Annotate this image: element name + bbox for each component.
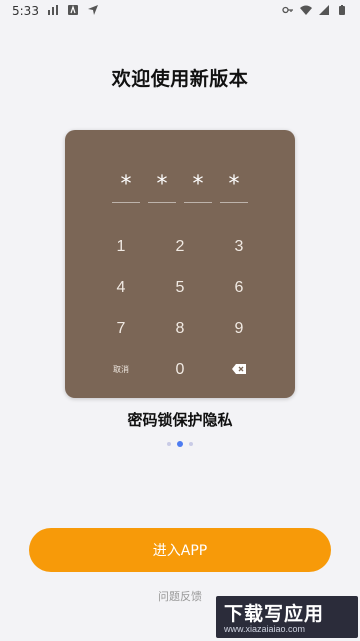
key-9[interactable]: 9 <box>219 320 259 338</box>
pin-underline <box>148 202 176 203</box>
navigation-icon <box>87 4 99 19</box>
pin-underline <box>112 202 140 203</box>
key-3[interactable]: 3 <box>219 238 259 256</box>
key-cancel[interactable]: 取消 <box>101 364 141 375</box>
watermark-main-text: 下载写应用 <box>224 603 325 625</box>
status-time: 5:33 <box>12 4 39 18</box>
page-dot[interactable] <box>189 442 193 446</box>
key-delete[interactable] <box>219 361 259 379</box>
pin-char: * <box>228 172 240 197</box>
pin-underline <box>184 202 212 203</box>
pin-underline <box>220 202 248 203</box>
feature-subtitle: 密码锁保护隐私 <box>127 411 233 429</box>
key-5[interactable]: 5 <box>160 279 200 297</box>
key-icon <box>282 4 294 19</box>
wifi-icon <box>300 4 312 19</box>
pin-char: * <box>120 172 132 197</box>
lock-demo-card: * * * * 1 2 3 4 5 6 7 8 9 取消 0 <box>65 130 295 398</box>
status-bar: 5:33 <box>0 0 360 22</box>
status-right <box>282 4 348 19</box>
keypad-row: 取消 0 <box>101 349 259 390</box>
pin-slot: * <box>111 174 141 203</box>
pin-display: * * * * <box>111 174 249 203</box>
signal-icon <box>318 4 330 19</box>
page-dot[interactable] <box>167 442 171 446</box>
key-4[interactable]: 4 <box>101 279 141 297</box>
keypad-row: 1 2 3 <box>101 226 259 267</box>
page-dot-active[interactable] <box>177 441 183 447</box>
keypad-row: 7 8 9 <box>101 308 259 349</box>
pin-slot: * <box>219 174 249 203</box>
key-8[interactable]: 8 <box>160 320 200 338</box>
key-0[interactable]: 0 <box>160 361 200 379</box>
chart-icon <box>47 4 59 19</box>
pin-char: * <box>192 172 204 197</box>
backspace-icon <box>232 361 246 378</box>
watermark-url-text: www.xiazaiaiao.com <box>224 624 306 634</box>
key-7[interactable]: 7 <box>101 320 141 338</box>
key-1[interactable]: 1 <box>101 238 141 256</box>
watermark-logo: 下载写应用 www.xiazaiaiao.com <box>216 596 358 638</box>
battery-icon <box>336 4 348 19</box>
key-2[interactable]: 2 <box>160 238 200 256</box>
app-icon <box>67 4 79 19</box>
page-title: 欢迎使用新版本 <box>111 68 249 90</box>
keypad: 1 2 3 4 5 6 7 8 9 取消 0 <box>101 226 259 390</box>
key-6[interactable]: 6 <box>219 279 259 297</box>
keypad-row: 4 5 6 <box>101 267 259 308</box>
enter-app-button[interactable]: 进入APP <box>29 528 331 572</box>
status-left: 5:33 <box>12 4 99 19</box>
pin-slot: * <box>183 174 213 203</box>
pin-char: * <box>156 172 168 197</box>
pin-slot: * <box>147 174 177 203</box>
page-indicator <box>0 441 360 447</box>
